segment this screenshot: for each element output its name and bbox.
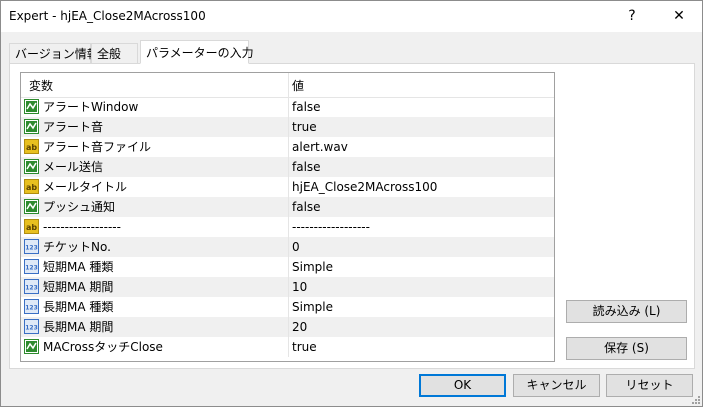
integer-param-icon: 123 [24, 259, 39, 274]
svg-text:ab: ab [26, 223, 37, 232]
parameter-name: アラート音 [43, 120, 104, 134]
integer-param-icon: 123 [24, 319, 39, 334]
svg-text:ab: ab [26, 183, 37, 192]
parameter-name: 長期MA 期間 [43, 320, 114, 334]
integer-param-icon: 123 [24, 279, 39, 294]
parameter-value[interactable]: 10 [292, 277, 307, 297]
tab-version-info[interactable]: バージョン情報 [9, 43, 99, 63]
parameter-name: メールタイトル [43, 180, 128, 194]
boolean-param-icon [24, 99, 39, 114]
parameter-row[interactable]: メール送信 false [21, 157, 554, 177]
column-divider [288, 117, 289, 137]
parameter-name: チケットNo. [43, 240, 111, 254]
column-divider [288, 297, 289, 317]
column-divider [288, 157, 289, 177]
column-divider [288, 337, 289, 357]
parameter-value[interactable]: Simple [292, 297, 333, 317]
parameter-name: アラートWindow [43, 100, 139, 114]
parameter-value[interactable]: alert.wav [292, 137, 348, 157]
column-divider [288, 177, 289, 197]
close-button[interactable]: ✕ [659, 1, 699, 32]
help-button[interactable]: ? [612, 1, 652, 32]
parameter-row[interactable]: ab アラート音ファイル alert.wav [21, 137, 554, 157]
resize-grip-icon[interactable] [690, 394, 700, 404]
parameter-row[interactable]: MACrossタッチClose true [21, 337, 554, 357]
window-title: Expert - hjEA_Close2MAcross100 [9, 9, 206, 23]
string-param-icon: ab [24, 139, 39, 154]
parameter-row[interactable]: 123 短期MA 期間 10 [21, 277, 554, 297]
column-divider[interactable] [288, 73, 289, 97]
parameter-row[interactable]: ab ------------------ ------------------ [21, 217, 554, 237]
svg-text:123: 123 [25, 325, 38, 332]
column-header-variable[interactable]: 変数 [29, 73, 53, 97]
tab-input-parameters[interactable]: パラメーターの入力 [140, 40, 254, 64]
save-button[interactable]: 保存 (S) [566, 337, 687, 360]
parameter-row[interactable]: 123 長期MA 期間 20 [21, 317, 554, 337]
column-divider [288, 137, 289, 157]
parameter-value[interactable]: true [292, 117, 317, 137]
ok-button[interactable]: OK [419, 374, 506, 397]
boolean-param-icon [24, 159, 39, 174]
parameter-name: 短期MA 種類 [43, 260, 114, 274]
boolean-param-icon [24, 339, 39, 354]
parameter-name: 短期MA 期間 [43, 280, 114, 294]
column-divider [288, 217, 289, 237]
parameter-value[interactable]: 0 [292, 237, 300, 257]
parameter-value[interactable]: false [292, 197, 321, 217]
expert-dialog: Expert - hjEA_Close2MAcross100 ? ✕ バージョン… [0, 0, 703, 407]
svg-text:123: 123 [25, 305, 38, 312]
string-param-icon: ab [24, 219, 39, 234]
grid-header: 変数 値 [21, 73, 554, 98]
cancel-button[interactable]: キャンセル [513, 374, 600, 397]
parameter-row[interactable]: アラートWindow false [21, 97, 554, 117]
reset-button[interactable]: リセット [606, 374, 693, 397]
parameter-row[interactable]: ab メールタイトル hjEA_Close2MAcross100 [21, 177, 554, 197]
parameter-row[interactable]: アラート音 true [21, 117, 554, 137]
column-divider [288, 197, 289, 217]
parameter-row[interactable]: 123 長期MA 種類 Simple [21, 297, 554, 317]
column-divider [288, 277, 289, 297]
parameter-value[interactable]: true [292, 337, 317, 357]
column-divider [288, 317, 289, 337]
column-divider [288, 237, 289, 257]
integer-param-icon: 123 [24, 299, 39, 314]
parameter-grid[interactable]: 変数 値 アラートWindow false アラート音 true ab アラート音ファイル… [20, 72, 555, 362]
parameter-name: プッシュ通知 [43, 200, 116, 214]
title-bar: Expert - hjEA_Close2MAcross100 ? ✕ [1, 1, 702, 32]
parameter-name: メール送信 [43, 160, 104, 174]
parameter-row[interactable]: 123 チケットNo. 0 [21, 237, 554, 257]
tab-general[interactable]: 全般 [91, 43, 138, 63]
parameter-name: MACrossタッチClose [43, 340, 163, 354]
column-header-value[interactable]: 値 [292, 73, 304, 97]
column-divider [288, 97, 289, 117]
parameter-row[interactable]: プッシュ通知 false [21, 197, 554, 217]
svg-text:ab: ab [26, 143, 37, 152]
parameter-value[interactable]: Simple [292, 257, 333, 277]
load-button[interactable]: 読み込み (L) [566, 300, 687, 323]
boolean-param-icon [24, 119, 39, 134]
parameter-name: 長期MA 種類 [43, 300, 114, 314]
parameter-value[interactable]: hjEA_Close2MAcross100 [292, 177, 437, 197]
parameter-name: ------------------ [43, 220, 121, 234]
parameter-value[interactable]: false [292, 97, 321, 117]
svg-text:123: 123 [25, 245, 38, 252]
parameter-value[interactable]: ------------------ [292, 217, 370, 237]
parameter-value[interactable]: 20 [292, 317, 307, 337]
integer-param-icon: 123 [24, 239, 39, 254]
string-param-icon: ab [24, 179, 39, 194]
column-divider [288, 257, 289, 277]
boolean-param-icon [24, 199, 39, 214]
parameter-value[interactable]: false [292, 157, 321, 177]
parameter-name: アラート音ファイル [43, 140, 152, 154]
svg-text:123: 123 [25, 285, 38, 292]
svg-text:123: 123 [25, 265, 38, 272]
parameter-row[interactable]: 123 短期MA 種類 Simple [21, 257, 554, 277]
